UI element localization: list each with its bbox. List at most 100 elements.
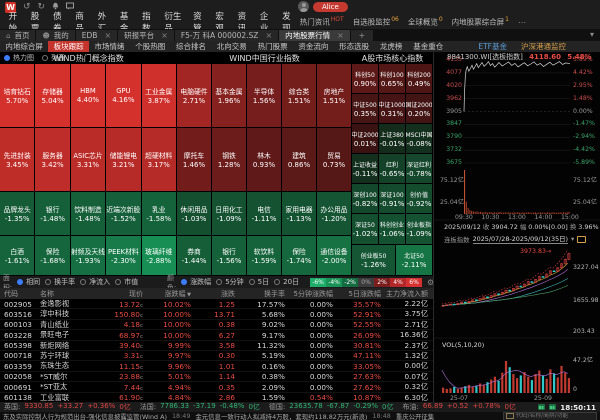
tab-active[interactable]: 内地股票行情× — [279, 30, 350, 41]
column-header[interactable]: 5日涨跌幅 — [338, 289, 386, 299]
subnav-item[interactable]: 形态选股 — [334, 41, 375, 52]
heatmap-cell[interactable]: 银行-1.48% — [35, 192, 70, 236]
heatmap-cell[interactable]: 工业金属3.87% — [142, 64, 177, 128]
close-icon[interactable]: × — [265, 31, 272, 40]
heatmap-cell[interactable]: 半导体1.56% — [247, 64, 282, 128]
heatmap-cell[interactable]: 先进封装3.45% — [0, 128, 35, 192]
column-header[interactable]: 主力净流入额 — [386, 289, 433, 299]
heatmap-cell[interactable]: 券商-1.44% — [177, 236, 212, 276]
area-option[interactable]: 相同 — [17, 277, 40, 287]
color-option[interactable]: 20日 — [274, 277, 299, 287]
heatmap-cell[interactable]: 乳业-1.58% — [142, 192, 177, 236]
table-row[interactable]: 603359东珠生态11.15c9.96%1.010.16%0.00%33.05… — [0, 361, 433, 371]
heatmap-cell[interactable]: 玻璃纤维-2.88% — [142, 236, 177, 276]
heatmap-cell[interactable]: 电脑硬件2.71% — [177, 64, 212, 128]
heatmap-cell[interactable]: 保险-1.68% — [35, 236, 70, 276]
subnav-item[interactable]: 综合排名 — [171, 41, 212, 52]
subnav-item[interactable]: 北向交易 — [211, 41, 252, 52]
heatmap-cell[interactable]: 近端次新股-1.52% — [106, 192, 141, 236]
heatmap-cell[interactable]: 家用电器-1.13% — [282, 192, 317, 236]
heatmap-cell[interactable]: 中证10000.31% — [379, 94, 406, 124]
heatmap-cell[interactable]: 综合类1.51% — [282, 64, 317, 128]
heatmap-cell[interactable]: 中证20000.01% — [352, 124, 379, 154]
heatmap-cell[interactable]: 品牌龙头-1.35% — [0, 192, 35, 236]
heatmap-cell[interactable]: 深证100-0.91% — [379, 184, 406, 214]
color-option[interactable]: 5日 — [249, 277, 269, 287]
heatmap-cell[interactable]: 饮料制造-1.48% — [71, 192, 106, 236]
close-icon[interactable]: × — [161, 31, 168, 40]
heatmap-cell[interactable]: 储能锂电3.21% — [106, 128, 141, 192]
table-row[interactable]: 002905金逸影视13.72c10.02%1.2517.57%0.00%35.… — [0, 299, 433, 309]
column-header[interactable]: 5分钟涨跌幅 — [290, 289, 338, 299]
heatmap-cell[interactable]: 银行-1.56% — [212, 236, 247, 276]
subnav-item[interactable]: 资金流向 — [293, 41, 334, 52]
menu-shortcut[interactable]: 热门资讯HOT — [300, 16, 344, 28]
area-option[interactable]: 换手率 — [45, 277, 75, 287]
heatmap-cell[interactable]: GPU4.16% — [106, 64, 141, 128]
ticker-item[interactable]: 英国:9330.85+33.27+0.36%0亿 — [4, 402, 131, 412]
table-row[interactable]: 600103青山纸业4.18c10.00%0.389.02%0.00%52.55… — [0, 320, 433, 330]
heatmap-cell[interactable]: 创业板50-1.26% — [352, 245, 396, 276]
heatmap-cell[interactable]: 科创500.90% — [352, 64, 379, 94]
new-tab-button[interactable]: + — [351, 30, 373, 41]
tab-item[interactable]: F5-万 科A 000002.SZ× — [175, 30, 278, 41]
subnav-item[interactable]: 内地综合屏 — [0, 41, 48, 52]
search-input[interactable] — [516, 413, 592, 419]
heatmap-cell[interactable]: 国证20000.20% — [406, 94, 433, 124]
table-row[interactable]: 605398新炬网络39.40c9.99%3.5811.32%0.00%30.8… — [0, 341, 433, 351]
ticker-item[interactable]: 法国:7786.33-37.19-0.48%0亿 — [140, 402, 260, 412]
column-header[interactable]: 代码 — [0, 289, 36, 299]
subnav-item[interactable]: 板块跟踪 — [48, 41, 89, 52]
tab-item[interactable]: ☻我的 — [36, 30, 74, 41]
heatmap-cell[interactable]: 休闲用品-1.03% — [177, 192, 212, 236]
heatmap-cell[interactable]: 保险-1.74% — [282, 236, 317, 276]
table-row[interactable]: 603228景旺电子68.97c10.00%6.279.17%0.00%26.0… — [0, 330, 433, 340]
heatmap-cell[interactable]: 上证380-0.01% — [379, 124, 406, 154]
heatmap-cell[interactable]: 贸易0.73% — [317, 128, 352, 192]
menu-shortcut[interactable]: 自选股监控06 — [353, 16, 399, 28]
color-option[interactable]: 5分钟 — [216, 277, 243, 287]
heatmap-cell[interactable]: 建筑0.86% — [282, 128, 317, 192]
subnav-item[interactable]: 龙虎榜 — [375, 41, 408, 52]
menu-shortcut[interactable]: 内地股票综合屏1 — [452, 16, 509, 28]
heatmap-cell[interactable]: 中证5000.35% — [352, 94, 379, 124]
area-option[interactable]: 市值 — [115, 277, 138, 287]
heatmap-cell[interactable]: 科创创业-1.06% — [379, 214, 406, 245]
heatmap-cell[interactable]: 深证50-1.02% — [352, 214, 379, 245]
more-icon[interactable]: ⋯ — [518, 18, 526, 27]
area-option[interactable]: 净流入 — [80, 277, 110, 287]
heatmap-cell[interactable]: 深创100-0.82% — [352, 184, 379, 214]
column-header[interactable]: 现价 — [94, 289, 148, 299]
heatmap-cell[interactable]: 科创2000.49% — [406, 64, 433, 94]
table-row[interactable]: 000691*ST亚太7.44c4.94%0.352.09%0.00%27.62… — [0, 382, 433, 392]
heatmap-cell[interactable]: PEEK材料-2.30% — [106, 236, 141, 276]
table-row[interactable]: 603516淳中科技150.80c10.00%13.715.68%0.00%52… — [0, 309, 433, 319]
heatmap-cell[interactable]: 北证50-2.11% — [396, 245, 433, 276]
heatmap-cell[interactable]: 基本金属1.96% — [212, 64, 247, 128]
heatmap-cell[interactable]: MSCI中国-0.08% — [406, 124, 433, 154]
column-header[interactable]: 名称 — [36, 289, 94, 299]
column-header[interactable]: 涨跌 — [196, 289, 240, 299]
heatmap-cell[interactable]: 科创1000.65% — [379, 64, 406, 94]
ticker-item[interactable]: 布油:66.89+0.52+0.78%0亿 — [403, 402, 516, 412]
heatmap-cell[interactable]: 创业板指-1.09% — [406, 214, 433, 245]
column-header[interactable]: 涨跌幅 ▼ — [148, 289, 196, 299]
column-header[interactable]: 换手率 — [240, 289, 290, 299]
ticker-item[interactable]: 德国:23635.78-67.87-0.29%0亿 — [269, 402, 394, 412]
subnav-item[interactable]: 个股热图 — [130, 41, 171, 52]
subnav-item[interactable]: 热门股票 — [252, 41, 293, 52]
heatmap-cell[interactable]: 超硬材料3.17% — [142, 128, 177, 192]
heatmap-cell[interactable]: 钢铁1.28% — [212, 128, 247, 192]
subnav-link[interactable]: 沪深港通监控 — [521, 41, 566, 52]
heatmap-cell[interactable]: 电信-1.11% — [247, 192, 282, 236]
menu-shortcut[interactable]: 全球概览0 — [408, 16, 443, 28]
heatmap-cell[interactable]: 办公用品-1.20% — [317, 192, 352, 236]
heatmap-cell[interactable]: 软饮料-1.59% — [247, 236, 282, 276]
heatmap-cell[interactable]: ASIC芯片3.31% — [71, 128, 106, 192]
close-icon[interactable]: × — [104, 31, 111, 40]
table-row[interactable]: 000718苏宁环球3.31c9.97%0.305.19%0.00%47.11%… — [0, 351, 433, 361]
heatmap-cell[interactable]: 深证红利-0.78% — [406, 154, 433, 184]
heatmap-cell[interactable]: 服务器3.42% — [35, 128, 70, 192]
heatmap-cell[interactable]: 日用化工-1.09% — [212, 192, 247, 236]
heatmap-cell[interactable]: 上证收益-0.11% — [352, 154, 379, 184]
